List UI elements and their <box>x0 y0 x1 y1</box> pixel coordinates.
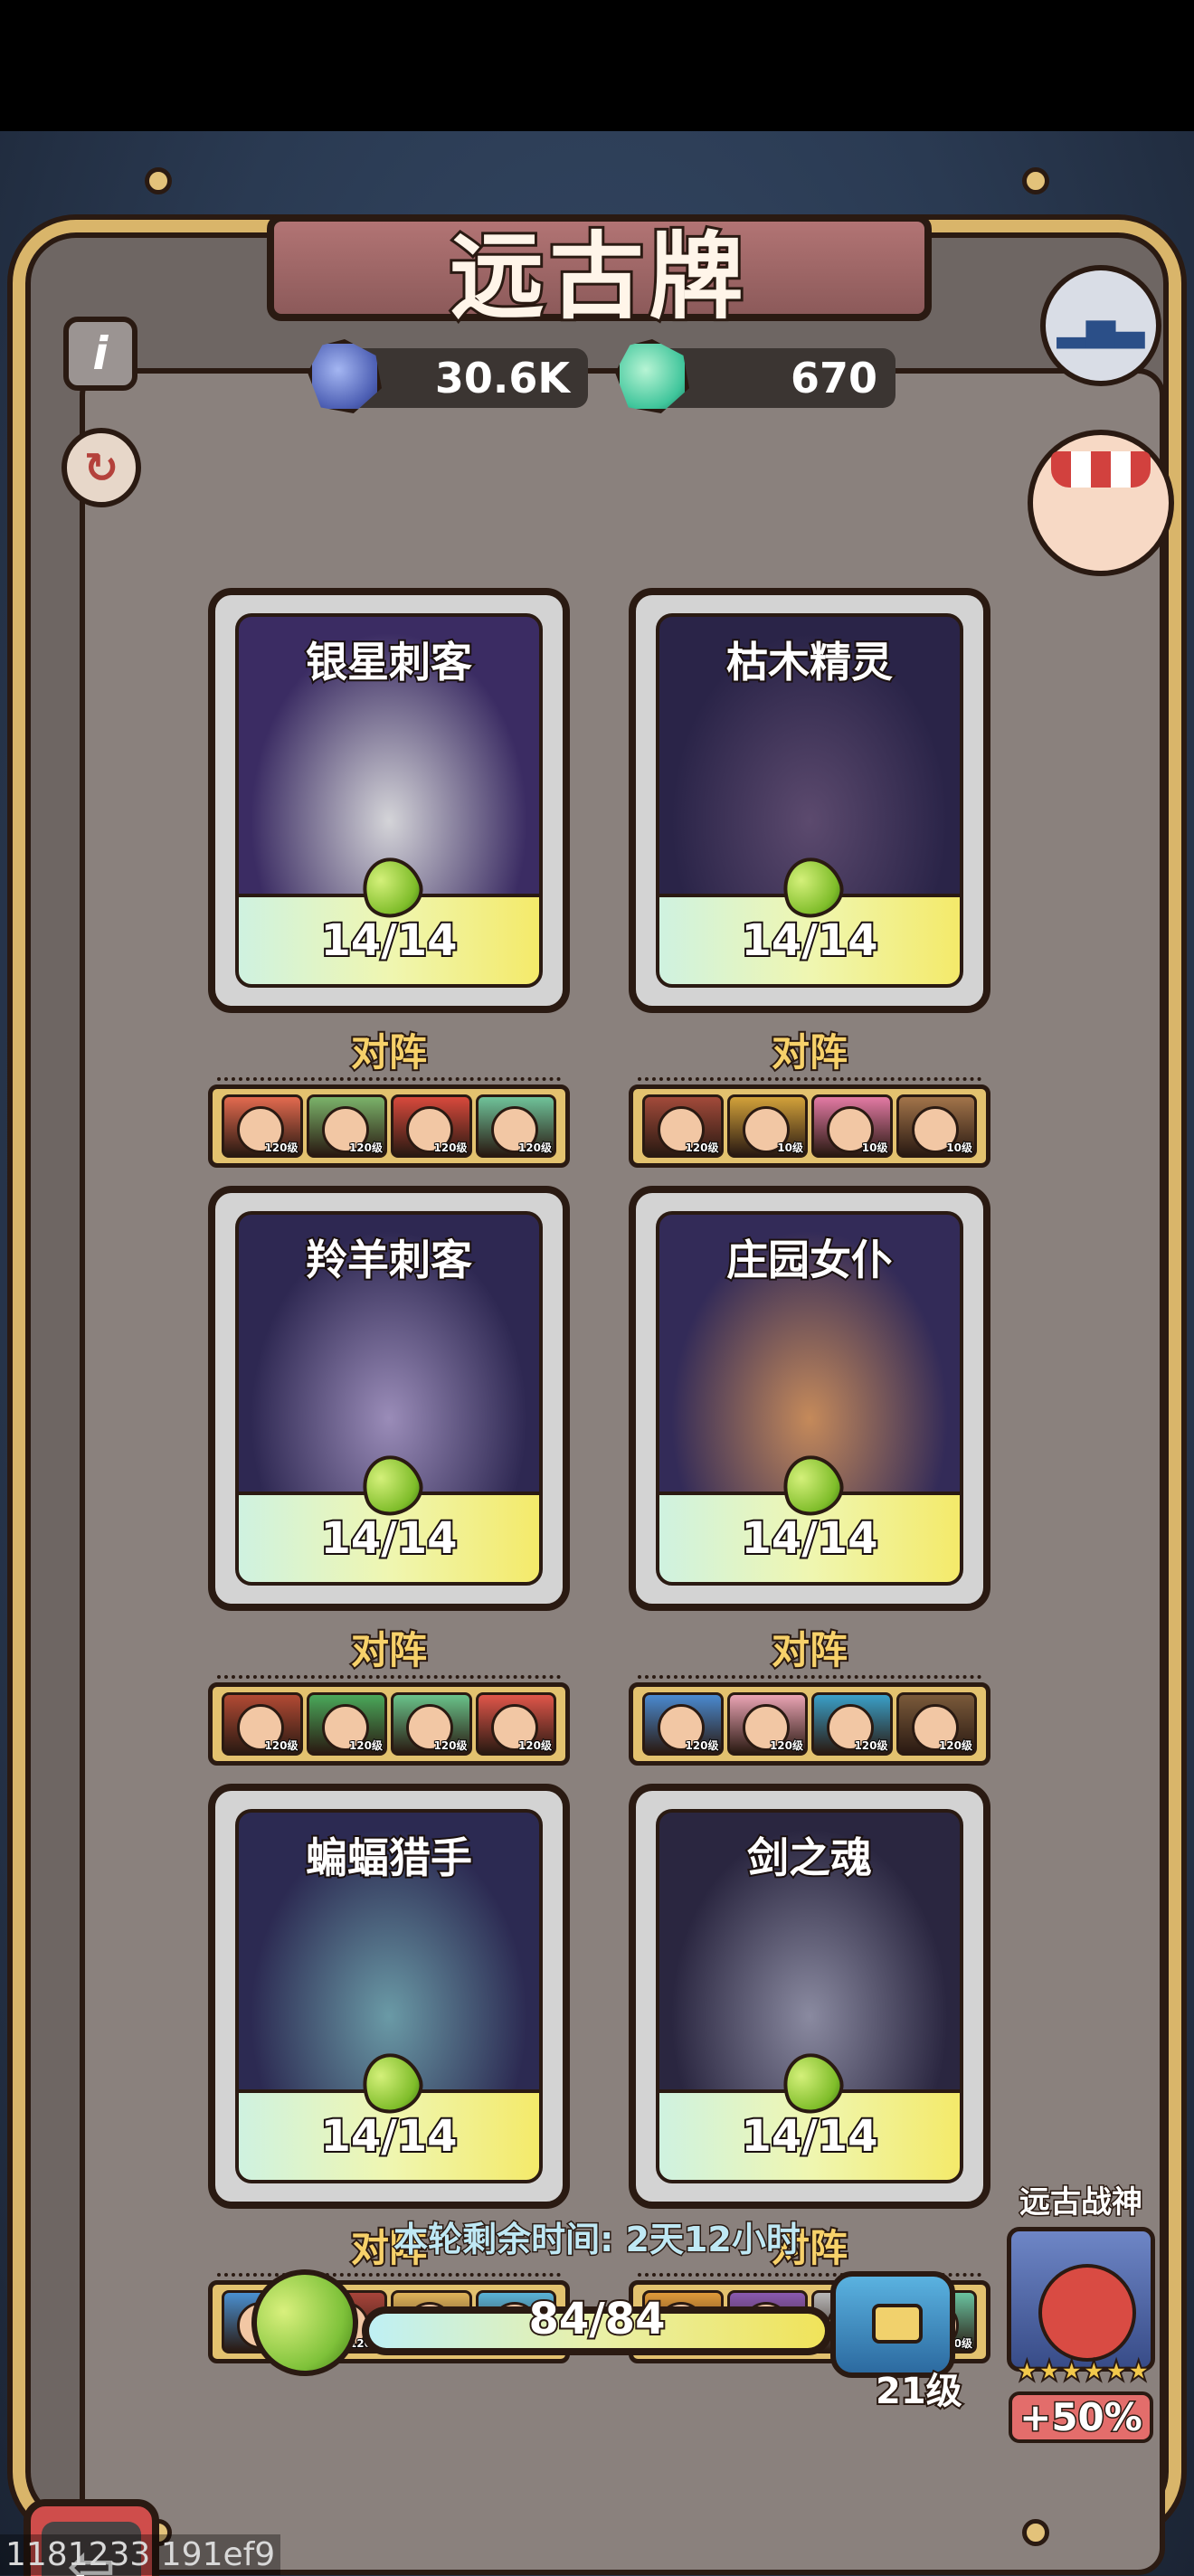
hero-level: 120级 <box>348 1738 384 1753</box>
watermark: 1181233 191ef9 <box>0 2534 281 2575</box>
hero-portrait[interactable]: 120级 <box>475 1692 556 1756</box>
game-scene: 远古牌 30.6K 670 i ↻ ▂▅▃ 银星刺客 14/14 对阵 120级… <box>0 131 1194 2576</box>
progress-bar: 84/84 <box>362 2292 832 2355</box>
rivet-icon <box>1022 2519 1049 2546</box>
chest-level: 21级 <box>874 2369 964 2414</box>
card-count: 14/14 <box>318 2109 459 2164</box>
divider <box>638 1077 981 1081</box>
divider <box>217 1077 561 1081</box>
enemy-team[interactable]: 120级 10级 10级 10级 <box>629 1084 990 1168</box>
enemy-team[interactable]: 120级 120级 120级 120级 <box>629 1682 990 1766</box>
hero-portrait[interactable]: 10级 <box>811 1094 893 1158</box>
divider <box>217 2273 561 2277</box>
hero-level: 120级 <box>263 1141 298 1155</box>
card-count: 14/14 <box>739 2109 879 2164</box>
shop-icon <box>1051 451 1151 488</box>
hero-level: 10级 <box>945 1141 973 1155</box>
bonus-badge: +50% <box>1009 2391 1153 2443</box>
hero-portrait[interactable]: 10级 <box>726 1094 808 1158</box>
blue-gem-counter: 30.6K <box>308 339 588 413</box>
hero-level: 120级 <box>348 1141 384 1155</box>
hero-level: 120级 <box>684 1738 719 1753</box>
card-name: 羚羊刺客 <box>304 1234 474 1286</box>
card-slot: 庄园女仆 14/14 对阵 120级 120级 120级 120级 <box>629 1186 990 1766</box>
hero-level: 120级 <box>938 1738 973 1753</box>
page-title: 远古牌 <box>447 219 749 335</box>
card-name: 蝙蝠猎手 <box>304 1832 474 1884</box>
blue-gem-value: 30.6K <box>434 354 570 402</box>
card-count: 14/14 <box>318 1511 459 1566</box>
hero-portrait[interactable]: 120级 <box>222 1094 303 1158</box>
hero-portrait[interactable]: 120级 <box>726 1692 808 1756</box>
divider <box>638 1675 981 1679</box>
hero-portrait[interactable]: 120级 <box>811 1692 893 1756</box>
card-name: 银星刺客 <box>304 636 474 688</box>
hero-portrait[interactable]: 120级 <box>391 1094 472 1158</box>
ranking-button[interactable]: ▂▅▃ <box>1040 265 1161 386</box>
ancient-card[interactable]: 剑之魂 14/14 <box>629 1784 990 2209</box>
hero-portrait[interactable]: 120级 <box>896 1692 977 1756</box>
green-gem-counter: 670 <box>615 339 896 413</box>
card-name: 庄园女仆 <box>725 1234 895 1286</box>
star-rating: ★★★★★★ <box>1013 2353 1152 2389</box>
hero-level: 120级 <box>769 1738 804 1753</box>
ancient-card[interactable]: 蝙蝠猎手 14/14 <box>208 1784 570 2209</box>
title-plate: 远古牌 <box>267 214 932 335</box>
card-count: 14/14 <box>739 914 879 968</box>
hero-level: 10级 <box>776 1141 804 1155</box>
status-bar-area <box>0 0 1194 131</box>
versus-label: 对阵 <box>349 1626 429 1674</box>
progress-text: 84/84 <box>526 2292 667 2346</box>
divider <box>217 1675 561 1679</box>
hero-level: 120级 <box>853 1738 888 1753</box>
card-slot: 蝙蝠猎手 14/14 对阵 120级 120级 <box>208 1784 570 2363</box>
ancient-god-portrait <box>1007 2227 1155 2372</box>
versus-label: 对阵 <box>770 1626 849 1674</box>
card-count: 14/14 <box>739 1511 879 1566</box>
card-slot: 枯木精灵 14/14 对阵 120级 10级 10级 10级 <box>629 588 990 1168</box>
hero-portrait[interactable]: 120级 <box>391 1692 472 1756</box>
versus-label: 对阵 <box>770 1028 849 1076</box>
hero-portrait[interactable]: 120级 <box>642 1094 724 1158</box>
info-button[interactable]: i <box>63 317 137 391</box>
refresh-button[interactable]: ↻ <box>62 428 141 507</box>
ancient-card[interactable]: 银星刺客 14/14 <box>208 588 570 1013</box>
versus-label: 对阵 <box>349 1028 429 1076</box>
card-count: 14/14 <box>318 914 459 968</box>
rivet-icon <box>145 167 172 194</box>
card-slot: 羚羊刺客 14/14 对阵 120级 120级 120级 120级 <box>208 1186 570 1766</box>
hero-portrait[interactable]: 10级 <box>896 1094 977 1158</box>
hero-portrait[interactable]: 120级 <box>306 1094 387 1158</box>
hero-portrait[interactable]: 120级 <box>222 1692 303 1756</box>
ancient-card[interactable]: 羚羊刺客 14/14 <box>208 1186 570 1611</box>
green-gem-value: 670 <box>790 354 877 402</box>
hero-level: 10级 <box>861 1141 889 1155</box>
ancient-card[interactable]: 庄园女仆 14/14 <box>629 1186 990 1611</box>
card-name: 枯木精灵 <box>725 636 895 688</box>
shop-button[interactable] <box>1028 430 1174 576</box>
ancient-god-title: 远古战神 <box>1019 2183 1144 2222</box>
card-slot: 银星刺客 14/14 对阵 120级 120级 120级 120级 <box>208 588 570 1168</box>
hero-level: 120级 <box>432 1738 468 1753</box>
ancient-god-panel[interactable]: 远古战神 ★★★★★★ +50% <box>986 2177 1176 2443</box>
info-icon: i <box>92 327 109 380</box>
ancient-card[interactable]: 枯木精灵 14/14 <box>629 588 990 1013</box>
enemy-team[interactable]: 120级 120级 120级 120级 <box>208 1682 570 1766</box>
card-name: 剑之魂 <box>745 1832 874 1884</box>
rivet-icon <box>1022 167 1049 194</box>
enemy-team[interactable]: 120级 120级 120级 120级 <box>208 1084 570 1168</box>
hero-level: 120级 <box>517 1738 553 1753</box>
hero-level: 120级 <box>517 1141 553 1155</box>
hero-level: 120级 <box>432 1141 468 1155</box>
hero-portrait[interactable]: 120级 <box>642 1692 724 1756</box>
hero-level: 120级 <box>263 1738 298 1753</box>
refresh-icon: ↻ <box>83 443 119 492</box>
hero-portrait[interactable]: 120级 <box>306 1692 387 1756</box>
hero-portrait[interactable]: 120级 <box>475 1094 556 1158</box>
podium-icon: ▂▅▃ <box>1057 303 1145 348</box>
hero-level: 120级 <box>684 1141 719 1155</box>
